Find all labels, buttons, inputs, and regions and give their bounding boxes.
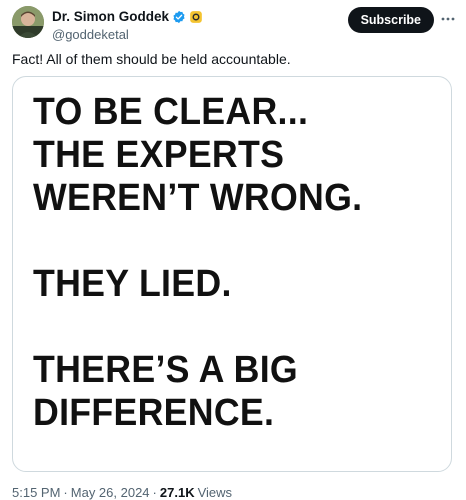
tweet: Dr. Simon Goddek @goddeketal Subscribe F…: [0, 0, 466, 500]
name-row: Dr. Simon Goddek: [52, 8, 203, 25]
tweet-text: Fact! All of them should be held account…: [12, 51, 291, 67]
poster-text: TO BE CLEAR... THE EXPERTS WEREN’T WRONG…: [33, 91, 417, 435]
subscribe-button[interactable]: Subscribe: [347, 7, 434, 33]
poster-line: THE EXPERTS: [33, 134, 285, 176]
tweet-meta: 5:15 PM · May 26, 2024 · 27.1K Views: [12, 485, 232, 500]
author-handle[interactable]: @goddeketal: [52, 27, 203, 42]
views-count: 27.1K: [159, 485, 195, 500]
tweet-date[interactable]: May 26, 2024: [71, 485, 150, 500]
poster-line: THEY LIED.: [33, 263, 232, 305]
avatar[interactable]: [12, 6, 44, 38]
more-dots-icon[interactable]: [440, 11, 456, 27]
meta-separator: ·: [63, 485, 68, 500]
tweet-header: Dr. Simon Goddek @goddeketal Subscribe: [12, 6, 456, 46]
poster-line: THERE’S A BIG: [33, 349, 298, 391]
author-name[interactable]: Dr. Simon Goddek: [52, 9, 169, 24]
poster-spacer: [33, 306, 417, 349]
poster-line: WEREN’T WRONG.: [33, 177, 363, 219]
poster-line: TO BE CLEAR...: [33, 91, 309, 133]
tweet-time[interactable]: 5:15 PM: [12, 485, 60, 500]
gold-badge-icon: [189, 10, 203, 24]
media-image[interactable]: TO BE CLEAR... THE EXPERTS WEREN’T WRONG…: [12, 76, 452, 472]
poster-spacer: [33, 220, 417, 263]
verified-check-icon: [172, 10, 186, 24]
author-info: Dr. Simon Goddek @goddeketal: [52, 8, 203, 42]
meta-separator: ·: [152, 485, 157, 500]
views-label: Views: [197, 485, 233, 500]
poster-line: DIFFERENCE.: [33, 392, 275, 434]
